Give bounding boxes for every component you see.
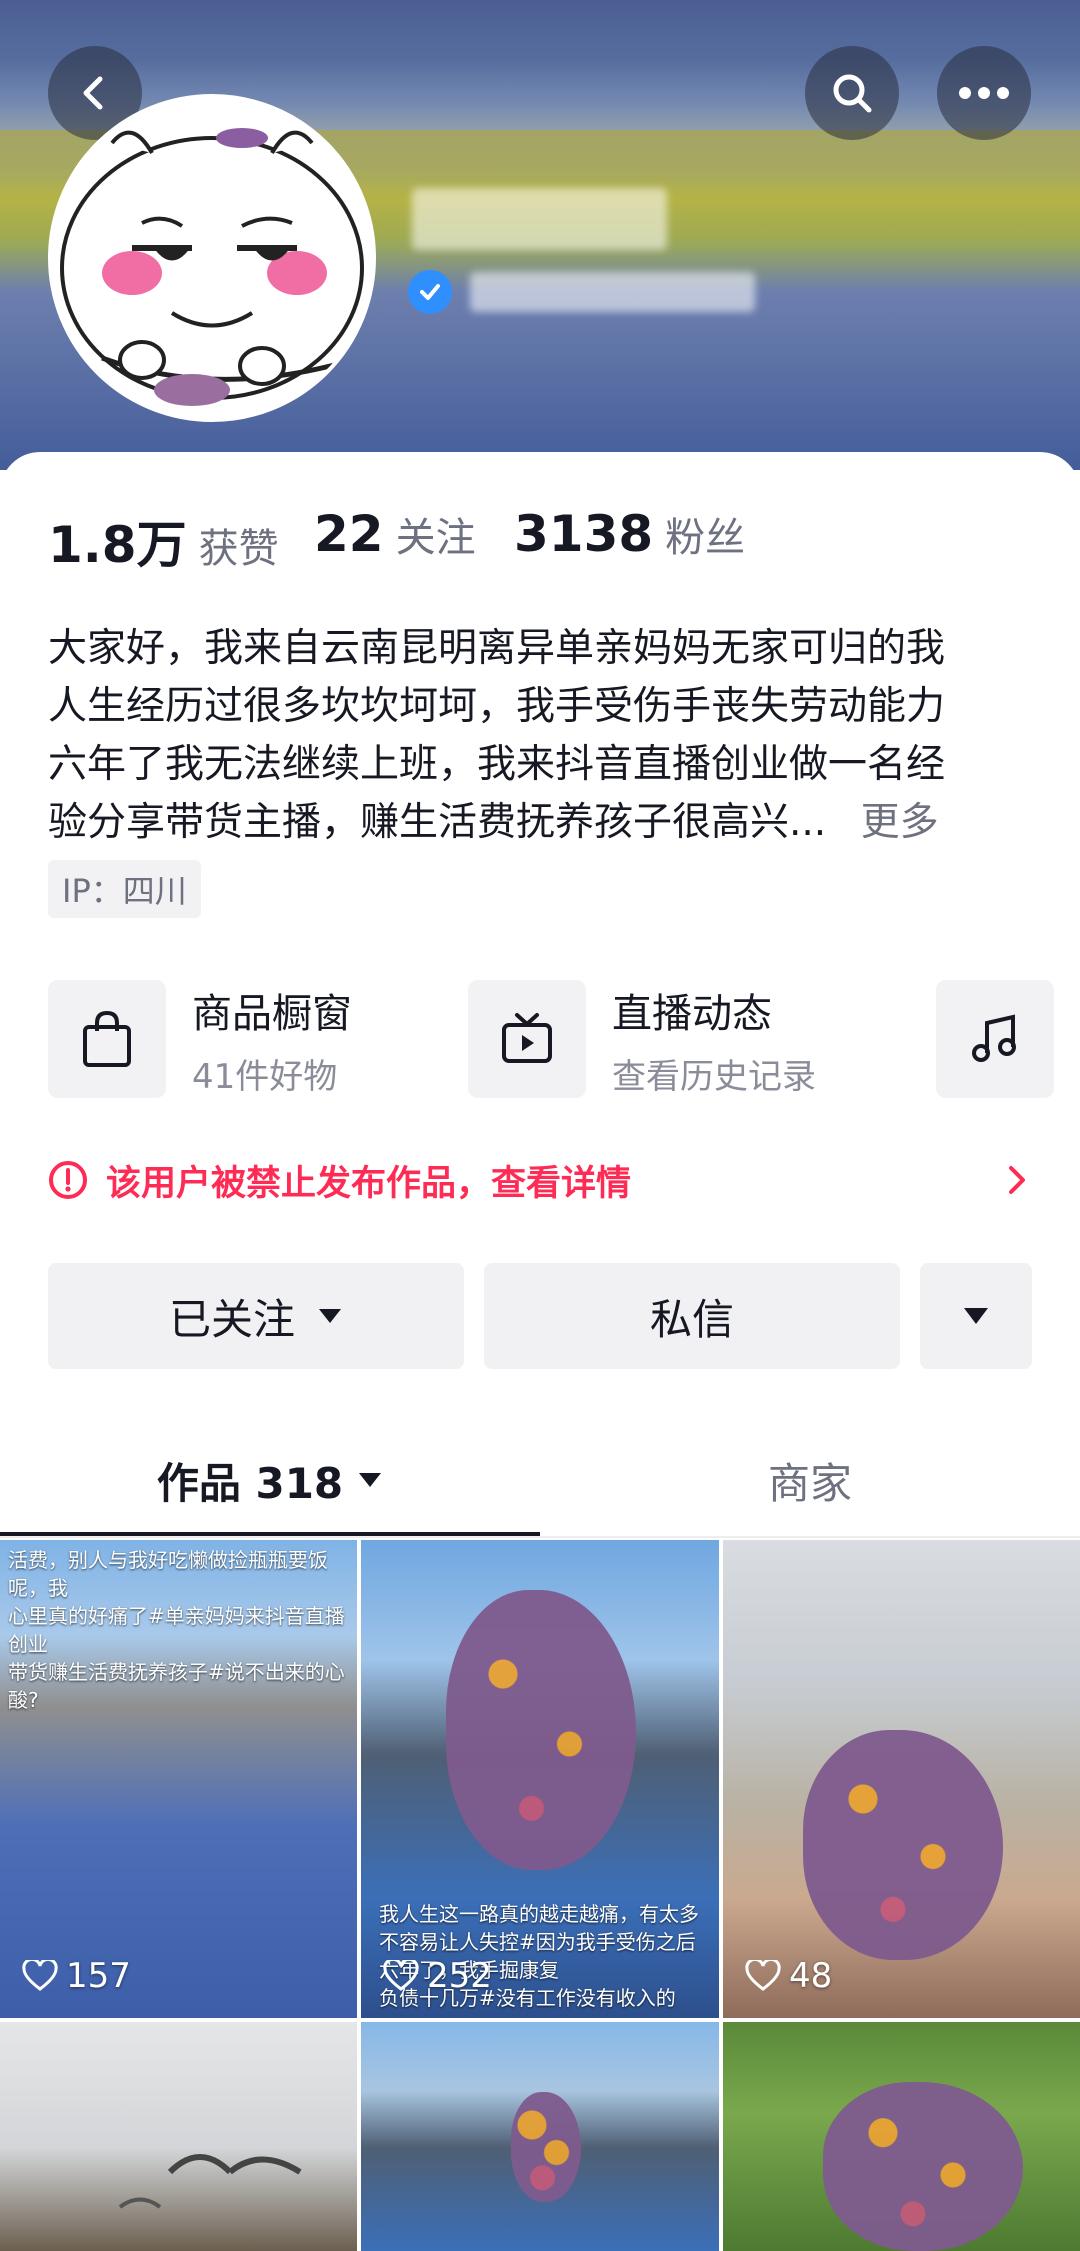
video-thumbnail[interactable] bbox=[0, 2022, 357, 2251]
seagulls-image bbox=[118, 2154, 302, 2209]
tab-works-label: 作品 318 bbox=[156, 1458, 344, 1508]
bio-more-link[interactable]: 更多 bbox=[861, 800, 939, 845]
more-dots-icon bbox=[959, 87, 1009, 99]
feature-music[interactable] bbox=[936, 980, 1054, 1098]
tab-works[interactable]: 作品 318 bbox=[0, 1440, 540, 1520]
following-count: 22 bbox=[314, 505, 384, 563]
heart-outline-icon bbox=[745, 1960, 781, 1991]
verified-check-icon bbox=[420, 284, 440, 300]
video-thumbnail[interactable]: 48 bbox=[723, 1540, 1080, 2018]
shop-subtitle: 41件好物 bbox=[192, 1056, 338, 1097]
shop-text: 商品橱窗 41件好物 bbox=[192, 981, 352, 1098]
bio-line: 人生经历过很多坎坎坷坷，我手受伤手丧失劳动能力 bbox=[48, 684, 946, 729]
ban-notice[interactable]: 该用户被禁止发布作品，查看详情 bbox=[48, 1148, 1028, 1212]
feature-live-updates[interactable]: 直播动态 查看历史记录 bbox=[468, 980, 816, 1098]
video-likes: 48 bbox=[745, 1956, 832, 1996]
privacy-sticker bbox=[511, 2092, 581, 2202]
caret-down-icon bbox=[964, 1308, 988, 1324]
video-likes-count: 252 bbox=[427, 1956, 492, 1996]
tab-merchant-label: 商家 bbox=[767, 1458, 852, 1508]
live-text: 直播动态 查看历史记录 bbox=[612, 981, 816, 1098]
video-thumbnail[interactable] bbox=[723, 2022, 1080, 2251]
stat-followers[interactable]: 3138 粉丝 bbox=[514, 505, 745, 563]
message-button[interactable]: 私信 bbox=[484, 1263, 900, 1369]
caret-down-icon bbox=[319, 1309, 341, 1323]
shop-title: 商品橱窗 bbox=[192, 990, 352, 1037]
chevron-left-icon bbox=[83, 76, 103, 110]
followers-count: 3138 bbox=[514, 505, 654, 563]
video-likes: 252 bbox=[383, 1956, 492, 1996]
alert-circle-icon bbox=[49, 1161, 87, 1199]
bio-line: 六年了我无法继续上班，我来抖音直播创业做一名经 bbox=[48, 742, 946, 787]
bio-line: 大家好，我来自云南昆明离异单亲妈妈无家可归的我 bbox=[48, 626, 946, 671]
more-actions-dropdown[interactable] bbox=[920, 1263, 1032, 1369]
shopping-bag-icon bbox=[83, 1010, 131, 1067]
bio-line: 验分享带货主播，赚生活费抚养孩子很高兴... bbox=[48, 800, 827, 845]
video-likes-count: 48 bbox=[789, 1956, 833, 1996]
likes-count: 1.8万 bbox=[48, 516, 187, 574]
search-button[interactable] bbox=[805, 46, 899, 140]
tab-merchant[interactable]: 商家 bbox=[540, 1440, 1080, 1520]
live-subtitle: 查看历史记录 bbox=[612, 1056, 816, 1097]
music-note-icon bbox=[972, 1014, 1016, 1062]
video-thumbnail[interactable]: 活费，别人与我好吃懒做捡瓶瓶要饭呢，我 心里真的好痛了#单亲妈妈来抖音直播创业 … bbox=[0, 1540, 357, 2018]
stat-following[interactable]: 22 关注 bbox=[314, 505, 476, 563]
bio-line-last: 验分享带货主播，赚生活费抚养孩子很高兴... 更多 bbox=[48, 794, 1038, 852]
following-button-label: 已关注 bbox=[168, 1294, 295, 1344]
stat-likes[interactable]: 1.8万 获赞 bbox=[48, 505, 279, 577]
tab-divider bbox=[0, 1536, 1080, 1538]
heart-outline-icon bbox=[22, 1960, 58, 1991]
video-likes: 157 bbox=[22, 1956, 131, 1996]
verified-badge bbox=[408, 270, 452, 314]
video-likes-count: 157 bbox=[66, 1956, 131, 1996]
privacy-sticker bbox=[446, 1590, 636, 1870]
privacy-sticker bbox=[823, 2082, 1023, 2251]
shop-icon-box bbox=[48, 980, 166, 1098]
chevron-right-icon bbox=[1009, 1166, 1025, 1194]
bio-text[interactable]: 大家好，我来自云南昆明离异单亲妈妈无家可归的我 人生经历过很多坎坎坷坷，我手受伤… bbox=[48, 620, 1038, 852]
video-caption: 活费，别人与我好吃懒做捡瓶瓶要饭呢，我 心里真的好痛了#单亲妈妈来抖音直播创业 … bbox=[8, 1548, 345, 1712]
live-title: 直播动态 bbox=[612, 990, 772, 1037]
video-thumbnail[interactable]: 我人生这一路真的越走越痛，有太多 不容易让人失控#因为我手受伤之后 六年了，我手… bbox=[361, 1540, 719, 2018]
privacy-sticker bbox=[803, 1730, 1003, 1960]
ip-location-tag: IP：四川 bbox=[48, 860, 201, 918]
live-icon-box bbox=[468, 980, 586, 1098]
search-icon bbox=[833, 74, 872, 113]
more-options-button[interactable] bbox=[937, 46, 1031, 140]
user-id-blurred bbox=[470, 272, 755, 312]
cartoon-face-avatar-image bbox=[52, 98, 372, 418]
caret-down-icon bbox=[359, 1473, 382, 1487]
following-label: 关注 bbox=[395, 515, 476, 561]
username-blurred bbox=[412, 188, 667, 250]
feature-shop-window[interactable]: 商品橱窗 41件好物 bbox=[48, 980, 352, 1098]
likes-label: 获赞 bbox=[198, 526, 279, 572]
followers-label: 粉丝 bbox=[665, 515, 746, 561]
message-button-label: 私信 bbox=[649, 1294, 734, 1344]
video-thumbnail[interactable] bbox=[361, 2022, 719, 2251]
live-tv-icon bbox=[502, 1013, 552, 1063]
avatar[interactable] bbox=[48, 94, 376, 422]
following-button[interactable]: 已关注 bbox=[48, 1263, 464, 1369]
heart-outline-icon bbox=[383, 1960, 419, 1991]
ban-notice-text: 该用户被禁止发布作品，查看详情 bbox=[106, 1163, 632, 1204]
